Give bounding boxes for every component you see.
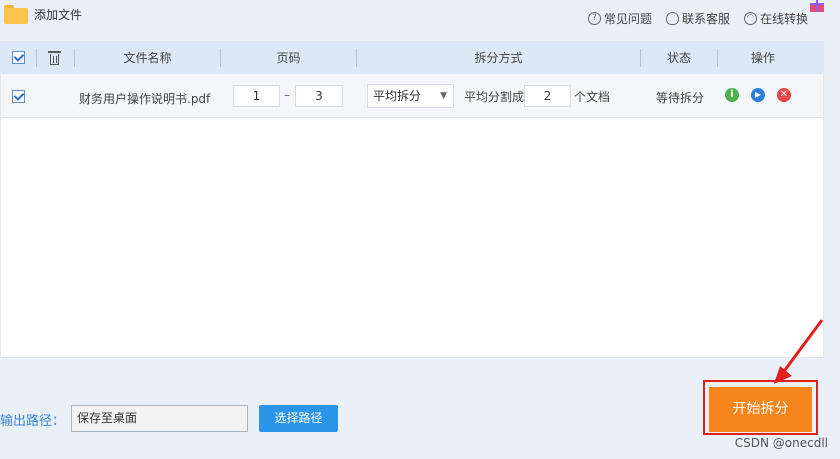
split-mode-select[interactable]: 平均拆分 ▼ — [367, 84, 454, 108]
output-path-input[interactable]: 保存至桌面 — [71, 405, 248, 432]
split-prefix-text: 平均分割成 — [464, 90, 525, 104]
file-table: 文件名称 页码 拆分方式 状态 操作 财务用户操作说明书.pdf 1 – 3 平… — [0, 41, 824, 358]
qq-icon — [665, 12, 679, 25]
page-from-input[interactable]: 1 — [233, 85, 280, 107]
online-label: 在线转换 — [759, 12, 808, 26]
faq-link[interactable]: ? 常见问题 — [587, 10, 652, 27]
select-all-checkbox[interactable] — [12, 51, 25, 64]
add-file-label: 添加文件 — [34, 8, 83, 22]
play-icon[interactable]: ▶ — [751, 88, 765, 102]
page-range-separator: – — [284, 88, 290, 102]
top-links: ? 常见问题 联系客服 ◠ 在线转换 — [587, 10, 808, 27]
row-checkbox[interactable] — [12, 90, 25, 103]
header-split-mode: 拆分方式 — [474, 51, 523, 65]
info-icon[interactable]: i — [725, 88, 739, 102]
watermark: CSDN @onecdll — [734, 436, 828, 450]
table-header: 文件名称 页码 拆分方式 状态 操作 — [1, 42, 823, 74]
annotation-arrow-icon — [774, 319, 824, 384]
top-bar: 添加文件 ? 常见问题 联系客服 ◠ 在线转换 — [0, 0, 840, 38]
delete-icon[interactable]: ✕ — [777, 88, 791, 102]
split-count-input[interactable]: 2 — [524, 85, 571, 107]
trash-icon[interactable] — [48, 51, 61, 65]
online-convert-link[interactable]: ◠ 在线转换 — [743, 10, 808, 27]
header-filename: 文件名称 — [123, 51, 172, 65]
folder-icon — [4, 5, 28, 24]
status-text: 等待拆分 — [656, 91, 705, 105]
dropdown-arrow-icon: ▼ — [440, 91, 447, 101]
file-name: 财务用户操作说明书.pdf — [79, 92, 211, 106]
page-to-input[interactable]: 3 — [295, 85, 343, 107]
header-status: 状态 — [666, 51, 691, 65]
support-link[interactable]: 联系客服 — [665, 10, 730, 27]
choose-path-button[interactable]: 选择路径 — [259, 405, 338, 432]
gift-icon[interactable] — [810, 0, 824, 12]
support-label: 联系客服 — [681, 12, 730, 26]
output-path-label: 输出路径： — [0, 414, 66, 429]
add-file-button[interactable]: 添加文件 — [4, 5, 82, 24]
table-row: 财务用户操作说明书.pdf 1 – 3 平均拆分 ▼ 平均分割成 2 个文档 等… — [1, 74, 823, 118]
start-split-button[interactable]: 开始拆分 — [709, 387, 812, 432]
split-mode-value: 平均拆分 — [373, 89, 422, 103]
faq-label: 常见问题 — [603, 12, 652, 26]
header-pages: 页码 — [276, 51, 301, 65]
split-suffix-text: 个文档 — [574, 90, 611, 104]
cloud-icon: ◠ — [743, 12, 757, 25]
header-actions: 操作 — [750, 51, 775, 65]
question-icon: ? — [587, 12, 601, 25]
